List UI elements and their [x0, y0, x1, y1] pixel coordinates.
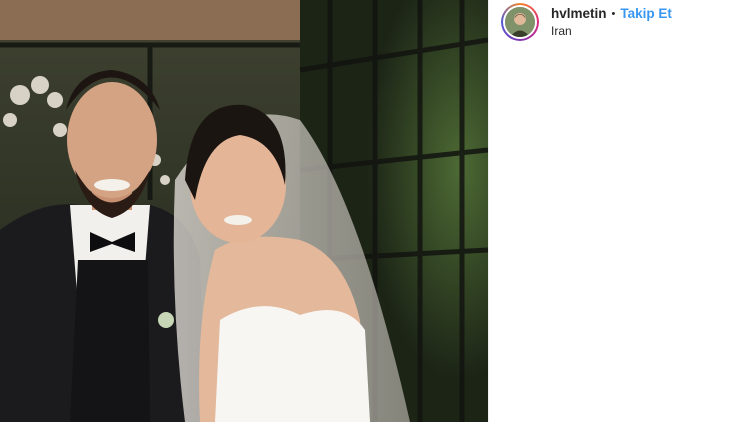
post-sidebar: hvlmetin • Takip Et Iran	[489, 0, 750, 422]
post-meta: hvlmetin • Takip Et Iran	[551, 7, 672, 37]
separator-dot: •	[611, 7, 616, 20]
username-link[interactable]: hvlmetin	[551, 7, 607, 21]
avatar-ring[interactable]	[501, 3, 539, 41]
post-header: hvlmetin • Takip Et Iran	[501, 3, 672, 41]
profile-avatar-icon	[505, 7, 535, 37]
header-row: hvlmetin • Takip Et	[551, 7, 672, 21]
instagram-post: hvlmetin • Takip Et Iran	[0, 0, 750, 422]
avatar[interactable]	[505, 7, 535, 37]
wedding-photo-image	[0, 0, 488, 422]
follow-button[interactable]: Takip Et	[620, 7, 672, 21]
avatar-frame	[503, 5, 537, 39]
location-link[interactable]: Iran	[551, 25, 672, 37]
post-photo[interactable]	[0, 0, 488, 422]
